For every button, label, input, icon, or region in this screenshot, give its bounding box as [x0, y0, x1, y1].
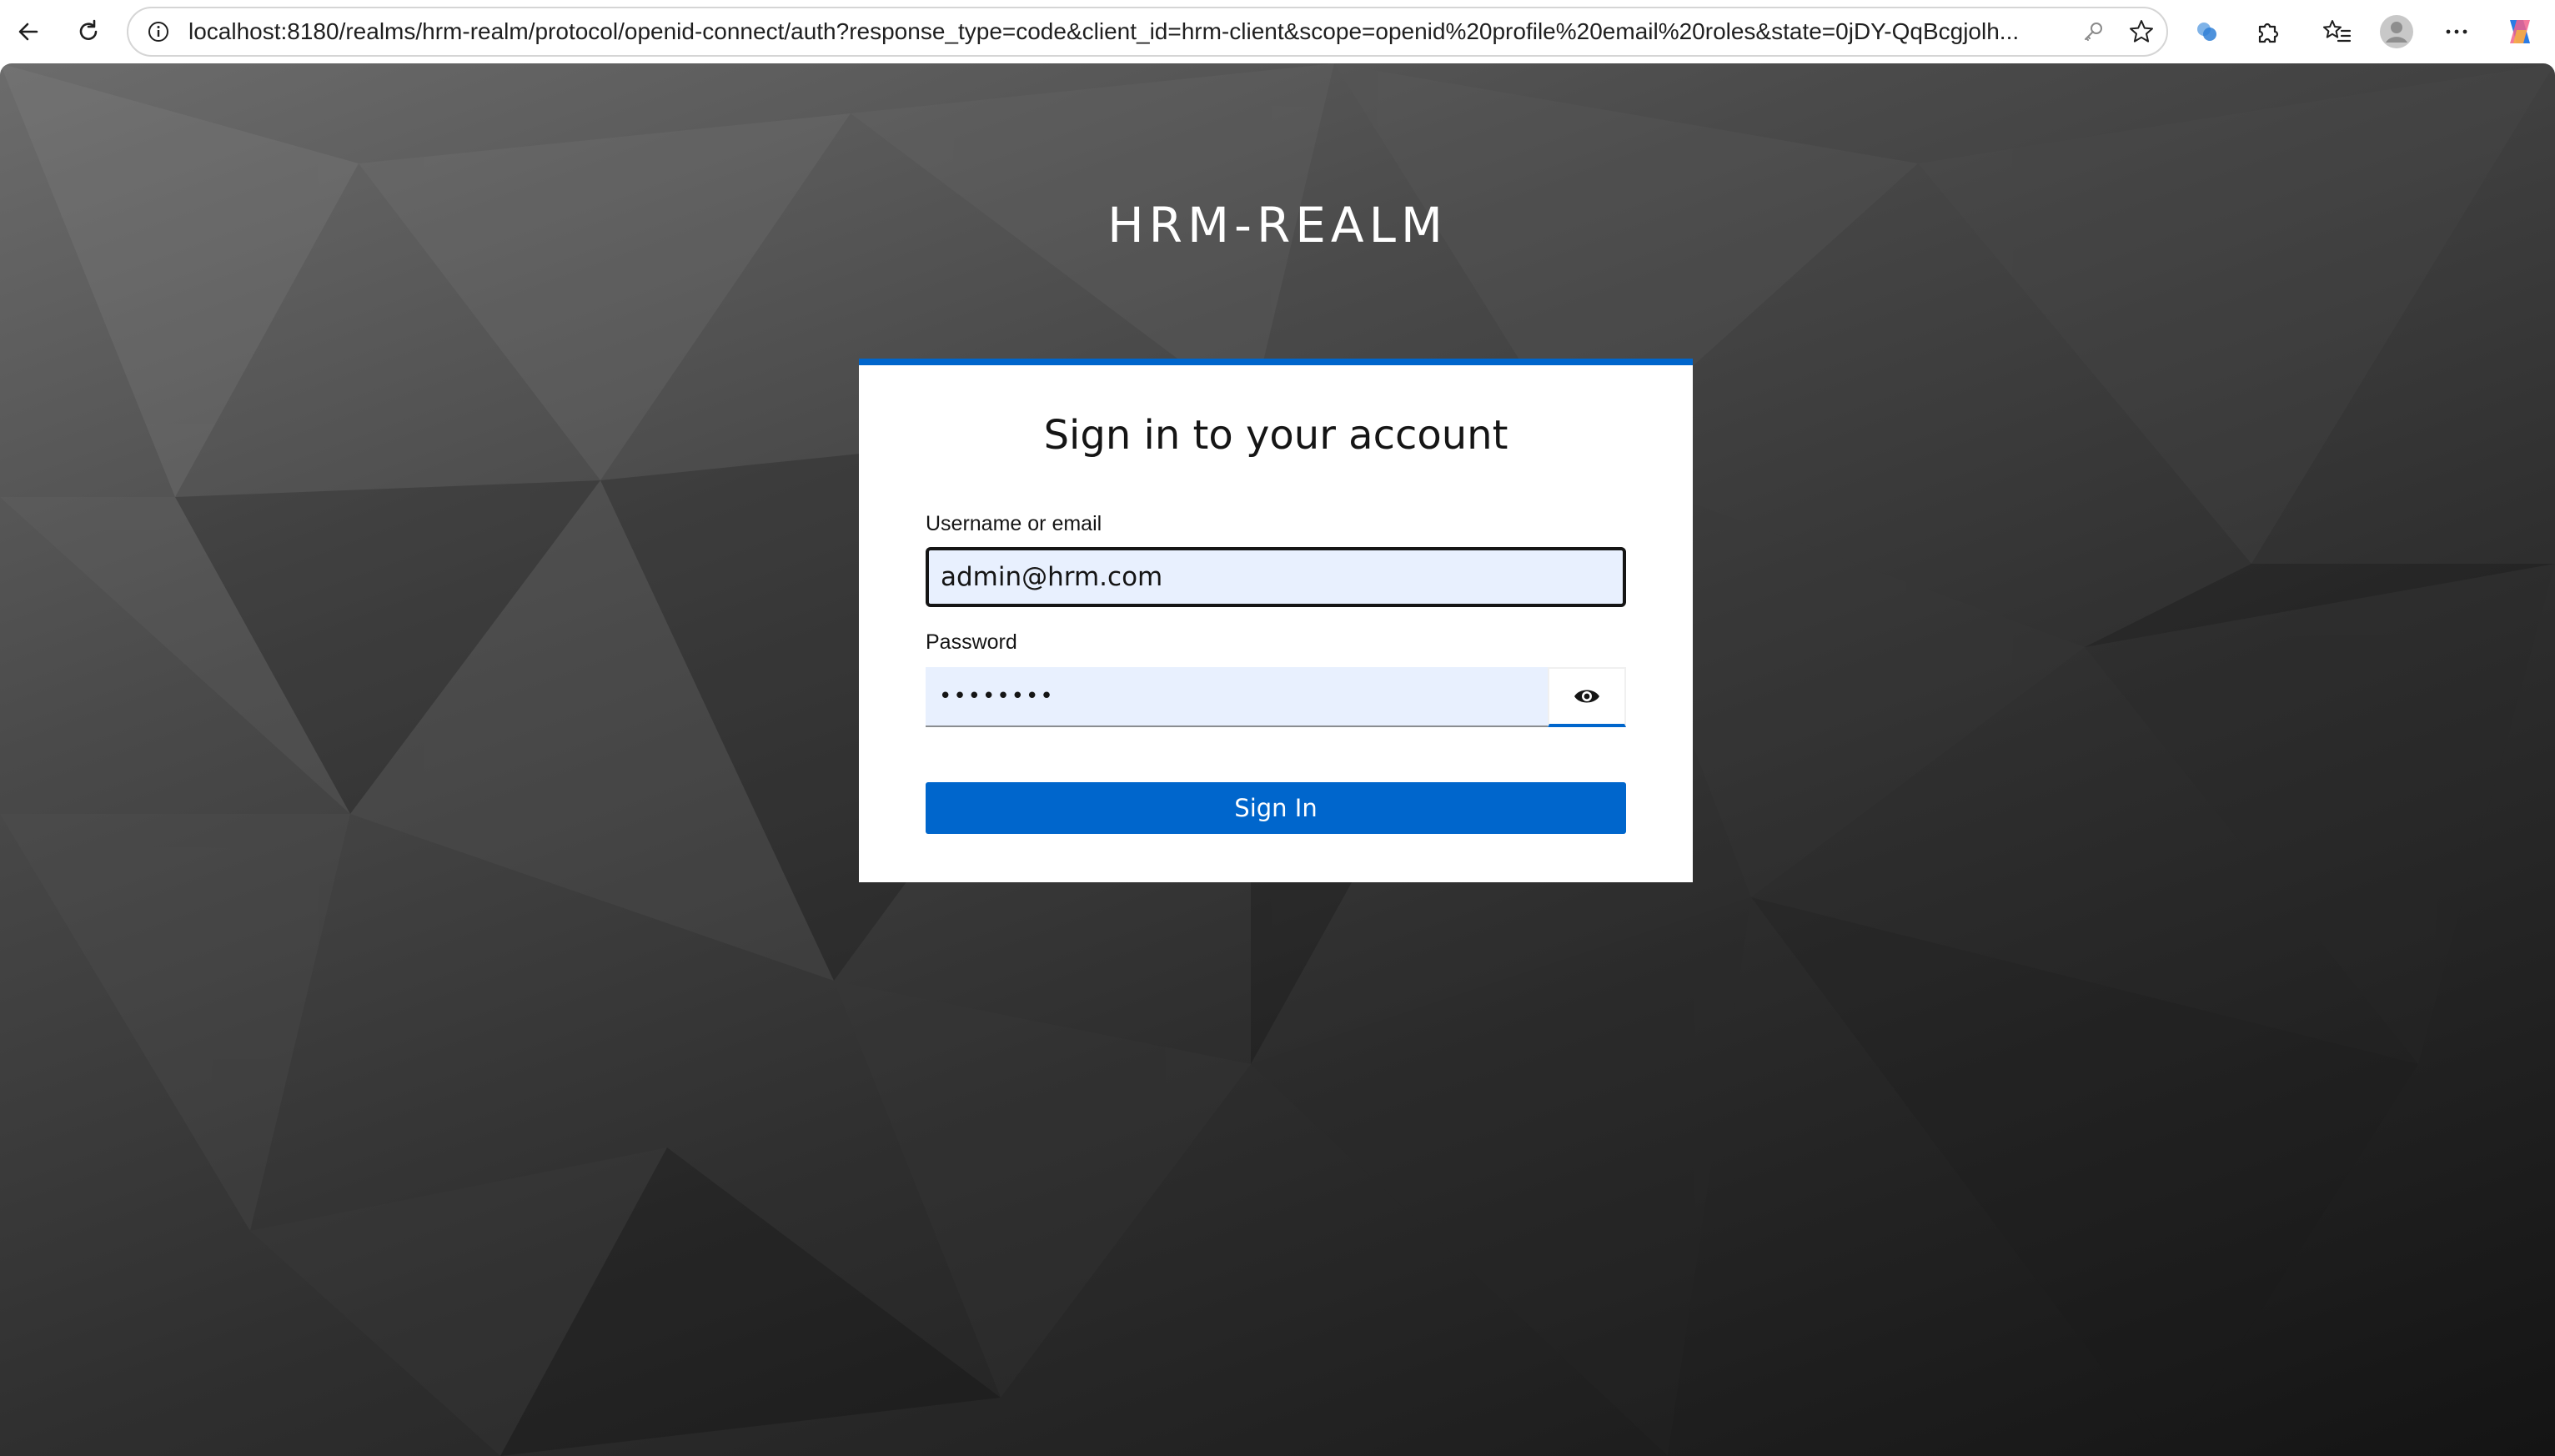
- profile-avatar-icon: [2380, 15, 2413, 48]
- back-button[interactable]: [7, 10, 50, 53]
- favorites-icon: [2323, 20, 2352, 43]
- address-bar[interactable]: localhost:8180/realms/hrm-realm/protocol…: [127, 7, 2168, 57]
- more-icon: [2446, 29, 2467, 34]
- favorites-button[interactable]: [2315, 10, 2358, 53]
- username-label: Username or email: [926, 512, 1102, 535]
- profile-button[interactable]: [2375, 10, 2418, 53]
- favorite-star-button[interactable]: [2120, 10, 2163, 53]
- copilot-icon: [2510, 20, 2530, 43]
- more-button[interactable]: [2435, 10, 2478, 53]
- extension-profile-button[interactable]: [2185, 10, 2228, 53]
- back-arrow-icon: [18, 23, 38, 41]
- url-text[interactable]: localhost:8180/realms/hrm-realm/protocol…: [188, 8, 2106, 55]
- page-viewport: HRM-REALM Sign in to your account Userna…: [0, 63, 2555, 1456]
- copilot-button[interactable]: [2498, 10, 2542, 53]
- key-icon: [2085, 23, 2102, 41]
- login-heading: Sign in to your account: [1043, 412, 1508, 459]
- password-label: Password: [926, 630, 1017, 654]
- puzzle-icon: [2258, 23, 2279, 43]
- login-card: Sign in to your account Username or emai…: [859, 359, 1693, 882]
- eye-icon: [1574, 690, 1599, 703]
- reload-button[interactable]: [67, 10, 110, 53]
- realm-title: HRM-REALM: [1107, 197, 1448, 254]
- show-password-button[interactable]: [1548, 667, 1626, 727]
- browser-toolbar: localhost:8180/realms/hrm-realm/protocol…: [0, 0, 2555, 63]
- extensions-button[interactable]: [2246, 10, 2290, 53]
- password-field-group: [926, 667, 1626, 727]
- site-info-icon[interactable]: [147, 20, 170, 43]
- password-key-button[interactable]: [2071, 10, 2115, 53]
- password-input[interactable]: [926, 667, 1548, 727]
- star-icon: [2130, 20, 2153, 43]
- username-input[interactable]: [926, 547, 1626, 607]
- sign-in-button[interactable]: Sign In: [926, 782, 1626, 834]
- reload-icon: [79, 19, 98, 40]
- extension-profile-icon: [2197, 23, 2216, 41]
